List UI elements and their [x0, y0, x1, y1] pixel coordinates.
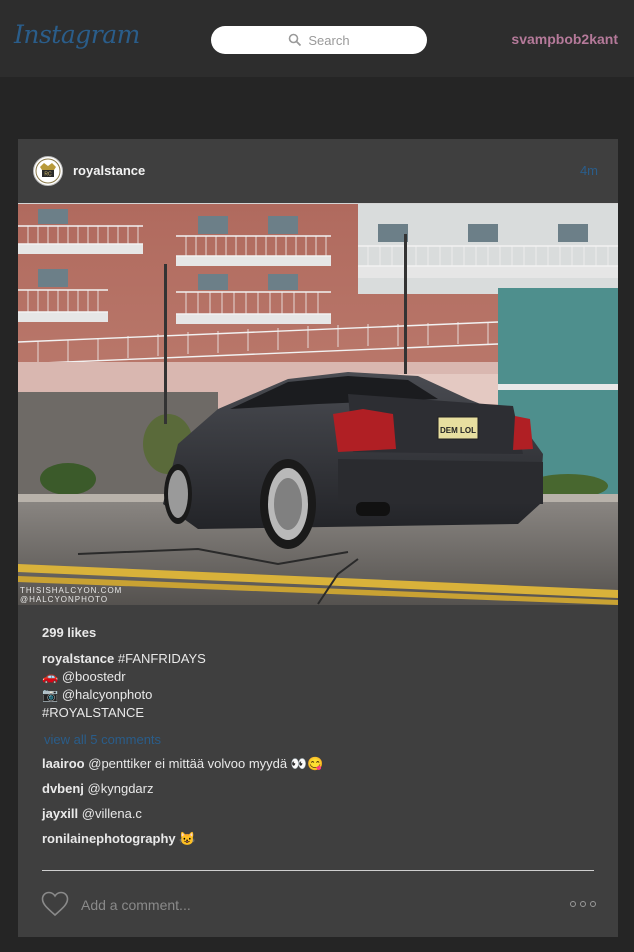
search-placeholder: Search: [308, 32, 350, 48]
post-header: RC royalstance 4m: [18, 139, 618, 204]
car-emoji-icon: 🚗: [42, 669, 59, 684]
svg-text:THISISHALCYON.COM: THISISHALCYON.COM: [20, 586, 122, 595]
caption-author-link[interactable]: royalstance: [42, 651, 114, 666]
instagram-logo[interactable]: Instagram: [14, 20, 140, 49]
top-bar: Instagram Search svampbob2kant: [0, 0, 634, 77]
profile-username-link[interactable]: svampbob2kant: [511, 31, 618, 47]
dot: [580, 901, 586, 907]
avatar-emblem-icon: RC: [35, 158, 61, 184]
like-heart-icon[interactable]: [41, 891, 69, 917]
view-all-comments-link[interactable]: view all 5 comments: [42, 732, 594, 747]
post-timestamp[interactable]: 4m: [580, 163, 598, 178]
svg-text:DEM LOL: DEM LOL: [440, 426, 476, 435]
caption-hashtag[interactable]: #ROYALSTANCE: [42, 704, 594, 722]
post-author-link[interactable]: royalstance: [73, 163, 145, 178]
avatar[interactable]: RC: [33, 156, 63, 186]
camera-emoji-icon: 📷: [42, 687, 59, 702]
comment-text: @kyngdarz: [87, 781, 154, 796]
post-content: 299 likes royalstance #FANFRIDAYS 🚗 @boo…: [42, 625, 594, 847]
post-caption: royalstance #FANFRIDAYS 🚗 @boostedr 📷 @h…: [42, 650, 594, 722]
caption-mention[interactable]: @boostedr: [62, 669, 126, 684]
comment-text: 😺: [179, 831, 196, 846]
add-comment-input[interactable]: [81, 897, 481, 913]
svg-text:RC: RC: [44, 172, 52, 178]
search-icon: [289, 33, 302, 47]
dot: [570, 901, 576, 907]
more-options-icon[interactable]: [570, 901, 596, 907]
caption-mention[interactable]: @halcyonphoto: [62, 687, 153, 702]
post-photo[interactable]: DEM LOL THISISHALCYON.COM @HALCYONPHOTO: [18, 204, 618, 605]
comment-user-link[interactable]: dvbenj: [42, 781, 84, 796]
post-card: RC royalstance 4m DEM LOL THISISHALCYON.…: [18, 139, 618, 937]
comment-item: ronilainephotography 😺: [42, 830, 594, 847]
caption-hashtag[interactable]: #FANFRIDAYS: [118, 651, 206, 666]
comment-item: jayxill @villena.c: [42, 805, 594, 822]
dot: [590, 901, 596, 907]
comment-item: dvbenj @kyngdarz: [42, 780, 594, 797]
comment-user-link[interactable]: ronilainephotography: [42, 831, 176, 846]
comment-item: laairoo @penttiker ei mittää volvoo myyd…: [42, 755, 594, 772]
comment-user-link[interactable]: laairoo: [42, 756, 85, 771]
likes-count[interactable]: 299 likes: [42, 625, 594, 640]
svg-text:@HALCYONPHOTO: @HALCYONPHOTO: [20, 595, 108, 604]
comment-text: @penttiker ei mittää volvoo myydä 👀😋: [88, 756, 324, 771]
search-box[interactable]: Search: [211, 26, 427, 54]
divider: [42, 870, 594, 871]
comment-user-link[interactable]: jayxill: [42, 806, 78, 821]
comment-text: @villena.c: [81, 806, 142, 821]
